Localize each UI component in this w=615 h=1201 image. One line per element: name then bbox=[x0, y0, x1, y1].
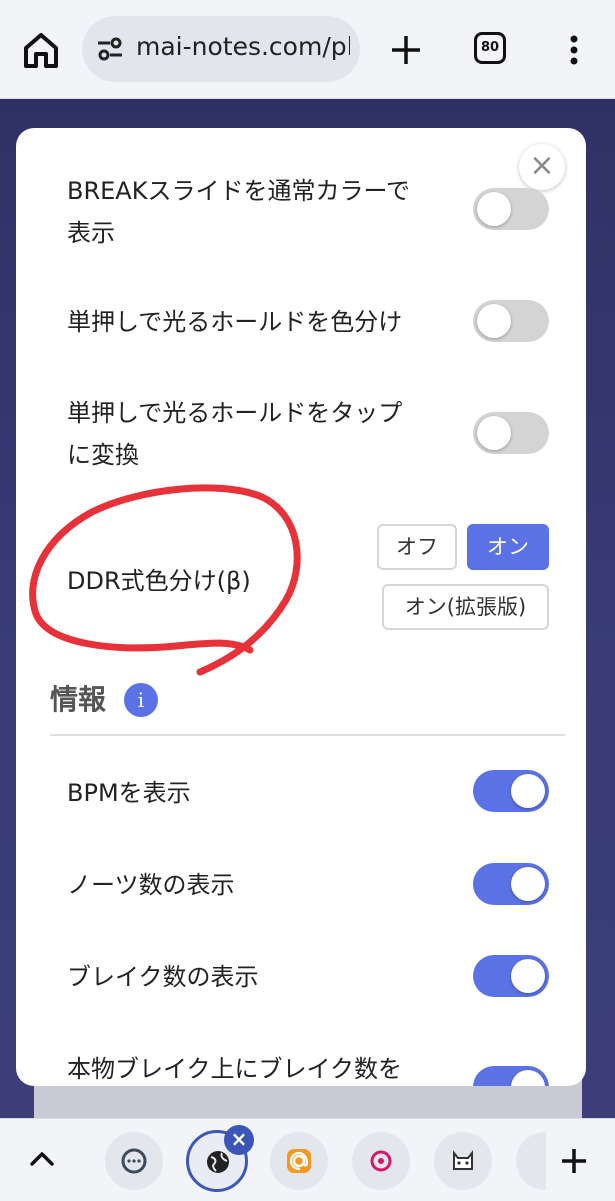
toggle-hold-color[interactable] bbox=[473, 300, 549, 342]
settings-modal: × BREAKスライドを通常カラーで 表示 単押しで光るホールドを色分け 単押し… bbox=[16, 128, 586, 1086]
toggle-knob bbox=[511, 774, 545, 808]
setting-label-line: 表示 bbox=[67, 219, 115, 247]
ddr-option-on[interactable]: オン bbox=[467, 524, 549, 570]
tune-icon[interactable] bbox=[96, 36, 126, 62]
section-title-info: 情報 bbox=[50, 683, 107, 716]
setting-label-line: BREAKスライドを通常カラーで bbox=[67, 177, 411, 205]
close-tab-icon[interactable]: × bbox=[224, 1125, 254, 1155]
home-icon[interactable] bbox=[18, 26, 64, 72]
toggle-notes-count[interactable] bbox=[473, 863, 549, 905]
ddr-option-off[interactable]: オフ bbox=[377, 524, 457, 570]
new-tab-icon[interactable] bbox=[386, 30, 426, 70]
tab-app-pink[interactable] bbox=[352, 1132, 410, 1190]
browser-tab-strip: × bbox=[0, 1118, 615, 1201]
setting-label-line: に変換 bbox=[67, 441, 139, 469]
mail-at-icon bbox=[287, 1149, 311, 1173]
setting-hold-color-label: 単押しで光るホールドを色分け bbox=[67, 308, 403, 336]
toggle-knob bbox=[511, 867, 545, 901]
more-vert-icon[interactable] bbox=[562, 30, 586, 70]
toggle-real-break[interactable] bbox=[473, 1066, 549, 1086]
chat-bubble-icon bbox=[121, 1148, 147, 1174]
setting-hold-tap-label: 単押しで光るホールドをタップ に変換 bbox=[67, 392, 402, 476]
tab-partial[interactable] bbox=[516, 1132, 546, 1190]
toggle-knob bbox=[477, 416, 511, 450]
toggle-bpm[interactable] bbox=[473, 770, 549, 812]
setting-real-break-label: 本物ブレイク上にブレイク数を bbox=[67, 1055, 403, 1083]
tab-switcher-button[interactable]: 80 bbox=[474, 32, 506, 64]
toggle-knob bbox=[477, 192, 511, 226]
url-text: mai-notes.com/pl bbox=[136, 32, 350, 61]
address-bar[interactable]: mai-notes.com/pl bbox=[82, 16, 360, 82]
toggle-knob bbox=[511, 959, 545, 993]
tab-chat[interactable] bbox=[105, 1132, 163, 1190]
browser-toolbar: mai-notes.com/pl 80 bbox=[0, 0, 615, 99]
setting-ddr-label: DDR式色分け(β) bbox=[67, 567, 251, 595]
setting-notes-count-label: ノーツ数の表示 bbox=[67, 871, 235, 899]
close-button[interactable]: × bbox=[519, 144, 565, 190]
setting-bpm-label: BPMを表示 bbox=[67, 779, 191, 807]
setting-label-line: 単押しで光るホールドをタップ bbox=[67, 399, 403, 427]
toggle-break-slide[interactable] bbox=[473, 188, 549, 230]
app-swirl-icon bbox=[370, 1150, 392, 1172]
toggle-knob bbox=[477, 304, 511, 338]
tab-mail[interactable] bbox=[270, 1132, 328, 1190]
plus-icon[interactable] bbox=[558, 1145, 590, 1177]
info-icon[interactable]: i bbox=[124, 683, 158, 717]
toggle-knob bbox=[511, 1070, 545, 1086]
chevron-up-icon[interactable] bbox=[26, 1147, 58, 1169]
globe-icon bbox=[207, 1151, 229, 1173]
cat-icon bbox=[453, 1150, 473, 1170]
toggle-break-count[interactable] bbox=[473, 955, 549, 997]
setting-break-count-label: ブレイク数の表示 bbox=[67, 963, 259, 991]
ddr-option-on-extended[interactable]: オン(拡張版) bbox=[382, 584, 549, 630]
setting-break-slide-label: BREAKスライドを通常カラーで 表示 bbox=[67, 170, 410, 254]
tab-cat[interactable] bbox=[434, 1132, 492, 1190]
toggle-hold-tap[interactable] bbox=[473, 412, 549, 454]
section-divider bbox=[50, 734, 565, 736]
